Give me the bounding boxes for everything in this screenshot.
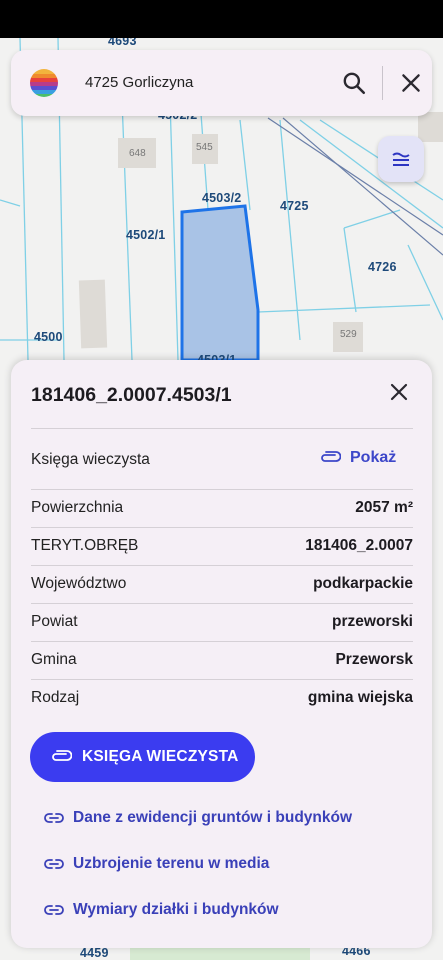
detail-label: Powiat — [31, 613, 78, 630]
search-divider — [382, 66, 383, 100]
utilities-link-label: Uzbrojenie terenu w media — [73, 855, 270, 872]
parcel-label: 4726 — [368, 260, 397, 274]
parcel-label: 4503/2 — [202, 191, 242, 205]
search-query-text[interactable]: 4725 Gorliczyna — [85, 74, 193, 91]
parcel-label: 4725 — [280, 199, 309, 213]
utilities-link[interactable]: Uzbrojenie terenu w media — [44, 855, 269, 873]
detail-value: przeworski — [332, 613, 413, 630]
layers-icon — [392, 152, 410, 166]
show-kw-label: Pokaż — [350, 449, 397, 466]
link-icon — [44, 859, 64, 869]
parcel-label: 4693 — [108, 38, 137, 48]
search-icon[interactable] — [341, 70, 367, 96]
parcel-label: 4500 — [34, 330, 63, 344]
building-label: 529 — [340, 329, 357, 340]
land-records-link-label: Dane z ewidencji gruntów i budynków — [73, 809, 353, 826]
layers-button[interactable] — [378, 136, 424, 182]
paperclip-icon — [52, 750, 72, 761]
detail-row-voivodeship: Województwo podkarpackie — [31, 565, 413, 603]
detail-value: 181406_2.0007 — [305, 537, 413, 554]
detail-value: gmina wiejska — [307, 689, 413, 706]
detail-label: TERYT.OBRĘB — [31, 537, 139, 554]
building-label: 648 — [129, 148, 146, 159]
status-bar — [0, 0, 443, 38]
parcel-label: 4459 — [80, 946, 109, 960]
parcel-label: 4502/1 — [126, 228, 166, 242]
show-kw-link[interactable]: Pokaż — [319, 449, 396, 467]
link-icon — [44, 905, 64, 915]
detail-row-teryt: TERYT.OBRĘB 181406_2.0007 — [31, 527, 413, 565]
detail-label: Województwo — [31, 575, 127, 592]
detail-row-type: Rodzaj gmina wiejska — [31, 679, 413, 717]
detail-value: 2057 m² — [355, 499, 413, 516]
close-icon[interactable] — [398, 70, 424, 96]
divider — [31, 428, 413, 429]
parcel-id-title: 181406_2.0007.4503/1 — [31, 384, 232, 406]
detail-label: Rodzaj — [31, 689, 80, 706]
parcel-details-sheet: 181406_2.0007.4503/1 Księga wieczysta Po… — [11, 360, 432, 948]
dimensions-link[interactable]: Wymiary działki i budynków — [44, 901, 279, 919]
building-label: 545 — [196, 142, 213, 153]
detail-label: Gmina — [31, 651, 77, 668]
rainbow-logo-icon — [30, 69, 58, 97]
detail-value: Przeworsk — [335, 651, 413, 668]
kw-label: Księga wieczysta — [31, 451, 150, 468]
land-register-button-label: KSIĘGA WIECZYSTA — [82, 748, 239, 765]
detail-row-county: Powiat przeworski — [31, 603, 413, 641]
detail-row-commune: Gmina Przeworsk — [31, 641, 413, 679]
land-records-link[interactable]: Dane z ewidencji gruntów i budynków — [44, 809, 352, 827]
search-bar[interactable]: 4725 Gorliczyna — [11, 50, 432, 116]
detail-row-area: Powierzchnia 2057 m² — [31, 489, 413, 527]
link-icon — [44, 813, 64, 823]
paperclip-icon — [321, 451, 341, 462]
close-icon[interactable] — [387, 380, 411, 404]
detail-label: Powierzchnia — [31, 499, 124, 516]
dimensions-link-label: Wymiary działki i budynków — [73, 901, 279, 918]
land-register-button[interactable]: KSIĘGA WIECZYSTA — [30, 732, 255, 782]
detail-value: podkarpackie — [313, 575, 413, 592]
